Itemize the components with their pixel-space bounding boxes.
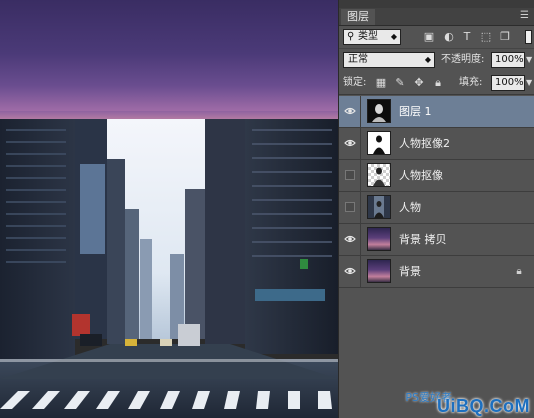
layer-row-background[interactable]: 背景 🔒︎ [339,256,534,288]
document-canvas[interactable] [0,0,338,418]
blend-mode-value: 正常 [348,54,368,65]
bus [178,324,200,346]
layer-name[interactable]: 人物 [399,192,421,223]
hidden-visibility-box [345,170,355,180]
filter-kind-select[interactable]: ⚲ 类型 ◆ [343,29,401,45]
type-filter-icon[interactable]: T [461,31,473,43]
visibility-toggle[interactable] [339,160,361,191]
layer-row-person[interactable]: 人物 [339,192,534,224]
lock-transparent-icon[interactable]: ▦ [375,77,387,89]
visibility-toggle[interactable] [339,256,361,287]
shape-filter-icon[interactable]: ⬚ [480,31,492,43]
storefront [255,289,325,301]
lock-all-icon[interactable]: 🔒︎ [432,77,444,89]
city-street-photo [0,119,338,418]
watermark-logo: UiBQ.CoM [437,396,530,416]
adjustment-filter-icon[interactable]: ◐ [443,31,455,43]
layer-name[interactable]: 人物抠像 [399,160,443,191]
sky-layer-strip [0,0,338,119]
panel-menu-icon[interactable]: ☰ [520,10,529,22]
left-building-glass [80,164,105,254]
layer-thumbnail [367,131,391,155]
right-building [185,189,205,339]
visibility-toggle[interactable] [339,128,361,159]
blend-mode-select[interactable]: 正常 ◆ [343,52,435,68]
layer-row-person-cutout-2[interactable]: 人物抠像2 [339,128,534,160]
smart-object-filter-icon[interactable]: ❐ [499,31,511,43]
car [80,334,102,346]
hidden-visibility-box [345,202,355,212]
right-building [205,119,245,344]
layer-name[interactable]: 人物抠像2 [399,128,450,159]
opacity-label: 不透明度: [441,54,485,65]
image-filter-icon[interactable]: ▣ [423,31,435,43]
layer-thumbnail [367,163,391,187]
fill-input[interactable]: 100% [491,75,525,91]
opacity-input[interactable]: 100% [491,52,525,68]
search-icon: ⚲ [347,31,355,42]
layer-filter-row: ⚲ 类型 ◆ ▣ ◐ T ⬚ ❐ [339,26,534,49]
layer-thumbnail [367,195,391,219]
eye-icon [344,107,356,115]
green-sign [300,259,308,269]
eye-icon [344,267,356,275]
layer-thumbnail [367,99,391,123]
lock-fill-row: 锁定: ▦ ✎ ✥ 🔒︎ 填充: 100% ▼ [339,72,534,95]
tab-layers[interactable]: 图层 [341,9,375,25]
layers-panel: 图层 ☰ ⚲ 类型 ◆ ▣ ◐ T ⬚ ❐ 正常 ◆ 不透明度: 100% ▼ … [338,0,534,418]
layer-thumbnail [367,227,391,251]
blend-opacity-row: 正常 ◆ 不透明度: 100% ▼ [339,49,534,71]
filter-toggle-switch[interactable] [525,30,532,44]
layer-name[interactable]: 背景 [399,256,421,287]
layer-thumbnail [367,259,391,283]
right-building [245,119,338,354]
lock-icon: 🔒︎ [516,266,522,277]
storefront-red [72,314,90,336]
lock-paint-icon[interactable]: ✎ [394,77,406,89]
visibility-toggle[interactable] [339,224,361,255]
layer-row-person-cutout[interactable]: 人物抠像 [339,160,534,192]
layer-row-background-copy[interactable]: 背景 拷贝 [339,224,534,256]
car [125,339,137,346]
car [160,339,172,346]
filter-kind-label: 类型 [358,31,378,42]
layer-row-layer1[interactable]: 图层 1 [339,96,534,128]
left-building [107,159,125,344]
layer-name[interactable]: 背景 拷贝 [399,224,447,255]
panel-tab-row: 图层 ☰ [339,8,534,26]
sky-horizon-glow [0,111,338,119]
visibility-toggle[interactable] [339,192,361,223]
chevron-updown-icon: ◆ [424,55,431,64]
opacity-dropdown-icon[interactable]: ▼ [526,52,534,68]
eye-icon [344,235,356,243]
chevron-updown-icon: ◆ [390,32,397,41]
layer-name[interactable]: 图层 1 [399,96,432,127]
fill-label: 填充: [459,77,483,88]
lock-label: 锁定: [343,77,367,88]
fill-dropdown-icon[interactable]: ▼ [526,75,534,91]
eye-icon [344,139,356,147]
far-building [140,239,152,339]
lock-move-icon[interactable]: ✥ [413,77,425,89]
visibility-toggle[interactable] [339,96,361,127]
left-building [125,209,139,339]
